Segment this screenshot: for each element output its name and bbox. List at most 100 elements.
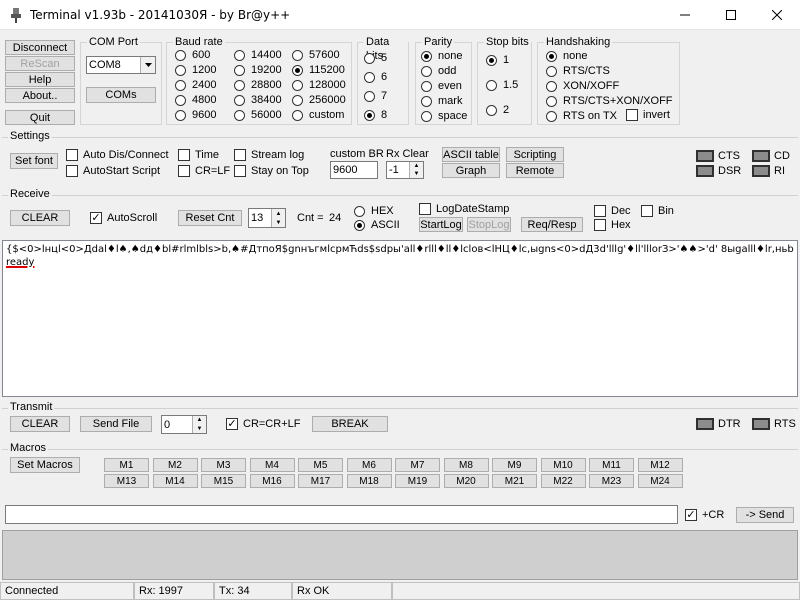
maximize-icon[interactable] bbox=[708, 0, 754, 30]
scripting-button[interactable]: Scripting bbox=[506, 147, 564, 162]
baud-radio-1200[interactable] bbox=[175, 65, 186, 76]
macro-button-m6[interactable]: M6 bbox=[346, 458, 392, 472]
baud-radio-256000[interactable] bbox=[292, 95, 303, 106]
break-button[interactable]: BREAK bbox=[312, 416, 388, 432]
send-button[interactable]: -> Send bbox=[736, 507, 794, 523]
cr-lf-checkbox[interactable] bbox=[178, 165, 190, 177]
transmit-clear-button[interactable]: CLEAR bbox=[10, 416, 70, 432]
parity-radio-space[interactable] bbox=[421, 111, 432, 122]
macro-button-m16[interactable]: M16 bbox=[249, 474, 295, 488]
baud-radio-600[interactable] bbox=[175, 50, 186, 61]
macro-button-m14[interactable]: M14 bbox=[152, 474, 198, 488]
minimize-icon[interactable] bbox=[662, 0, 708, 30]
set-font-button[interactable]: Set font bbox=[10, 153, 58, 169]
macro-button-m2[interactable]: M2 bbox=[152, 458, 198, 472]
stay-on-top-checkbox[interactable] bbox=[234, 165, 246, 177]
disconnect-button[interactable]: Disconnect bbox=[5, 40, 75, 55]
baud-radio-38400[interactable] bbox=[234, 95, 245, 106]
macro-button-m23[interactable]: M23 bbox=[589, 474, 634, 488]
macro-button-m13[interactable]: M13 bbox=[104, 474, 149, 488]
parity-radio-mark[interactable] bbox=[421, 96, 432, 107]
macro-button-m10[interactable]: M10 bbox=[540, 458, 586, 472]
macro-button-m21[interactable]: M21 bbox=[492, 474, 537, 488]
spin-up-icon[interactable]: ▲ bbox=[410, 162, 423, 170]
receive-text-area[interactable]: {$<0>lнцl<0>Дdal♦l♠,♠dд♦bl#rlmlbls>b,♠#Д… bbox=[2, 240, 798, 397]
bin-checkbox[interactable] bbox=[641, 205, 653, 217]
handshake-radio-rts-cts-xon-xoff[interactable] bbox=[546, 96, 557, 107]
macro-button-m7[interactable]: M7 bbox=[395, 458, 440, 472]
macro-button-m19[interactable]: M19 bbox=[395, 474, 440, 488]
parity-radio-even[interactable] bbox=[421, 81, 432, 92]
baud-radio-56000[interactable] bbox=[234, 110, 245, 121]
data-bits-radio-7[interactable] bbox=[364, 91, 375, 102]
stream-log-checkbox[interactable] bbox=[234, 149, 246, 161]
parity-radio-none[interactable] bbox=[421, 51, 432, 62]
macro-button-m4[interactable]: M4 bbox=[249, 458, 295, 472]
parity-radio-odd[interactable] bbox=[421, 66, 432, 77]
macro-button-m11[interactable]: M11 bbox=[589, 458, 634, 472]
log-date-stamp-checkbox[interactable] bbox=[419, 203, 431, 215]
baud-radio-2400[interactable] bbox=[175, 80, 186, 91]
plus-cr-checkbox[interactable]: ✓ bbox=[685, 509, 697, 521]
rescan-button[interactable]: ReScan bbox=[5, 56, 75, 71]
auto-dis-connect-checkbox[interactable] bbox=[66, 149, 78, 161]
data-bits-radio-6[interactable] bbox=[364, 72, 375, 83]
rx-clear-stepper[interactable]: -1 ▲ ▼ bbox=[386, 161, 424, 179]
data-bits-radio-5[interactable] bbox=[364, 53, 375, 64]
stop-bits-radio-1-5[interactable] bbox=[486, 80, 497, 91]
time-checkbox[interactable] bbox=[178, 149, 190, 161]
baud-radio-14400[interactable] bbox=[234, 50, 245, 61]
baud-radio-128000[interactable] bbox=[292, 80, 303, 91]
macro-button-m17[interactable]: M17 bbox=[298, 474, 343, 488]
macro-button-m3[interactable]: M3 bbox=[201, 458, 246, 472]
quit-button[interactable]: Quit bbox=[5, 110, 75, 125]
chevron-down-icon[interactable] bbox=[140, 57, 155, 73]
spin-down-icon[interactable]: ▼ bbox=[410, 170, 423, 178]
transmit-spin[interactable]: ▲ ▼ bbox=[192, 416, 206, 433]
send-file-button[interactable]: Send File bbox=[80, 416, 152, 432]
macro-button-m22[interactable]: M22 bbox=[540, 474, 586, 488]
set-macros-button[interactable]: Set Macros bbox=[10, 457, 80, 473]
req-resp-button[interactable]: Req/Resp bbox=[521, 217, 583, 232]
transmit-stepper[interactable]: 0 ▲ ▼ bbox=[161, 415, 207, 434]
baud-radio-19200[interactable] bbox=[234, 65, 245, 76]
dec-checkbox[interactable] bbox=[594, 205, 606, 217]
custom-br-input[interactable]: 9600 bbox=[330, 161, 378, 179]
transmit-log-area[interactable] bbox=[2, 530, 798, 580]
spin-up-icon[interactable]: ▲ bbox=[193, 416, 206, 425]
autostart-script-checkbox[interactable] bbox=[66, 165, 78, 177]
macro-button-m20[interactable]: M20 bbox=[443, 474, 489, 488]
autoscroll-checkbox[interactable]: ✓ bbox=[90, 212, 102, 224]
coms-button[interactable]: COMs bbox=[86, 87, 156, 103]
macro-button-m1[interactable]: M1 bbox=[104, 458, 149, 472]
ascii-mode-radio[interactable] bbox=[354, 220, 365, 231]
ascii-table-button[interactable]: ASCII table bbox=[442, 147, 500, 162]
macro-button-m5[interactable]: M5 bbox=[298, 458, 343, 472]
cnt-spin[interactable]: ▲ ▼ bbox=[271, 209, 285, 227]
macro-button-m8[interactable]: M8 bbox=[443, 458, 489, 472]
baud-radio-9600[interactable] bbox=[175, 110, 186, 121]
handshake-radio-none[interactable] bbox=[546, 51, 557, 62]
handshake-radio-xon-xoff[interactable] bbox=[546, 81, 557, 92]
handshake-radio-rts-on-tx[interactable] bbox=[546, 111, 557, 122]
cnt-stepper[interactable]: 13 ▲ ▼ bbox=[248, 208, 286, 228]
spin-down-icon[interactable]: ▼ bbox=[272, 218, 285, 227]
remote-button[interactable]: Remote bbox=[506, 163, 564, 178]
about-button[interactable]: About.. bbox=[5, 88, 75, 103]
invert-checkbox[interactable] bbox=[626, 109, 638, 121]
macro-button-m18[interactable]: M18 bbox=[346, 474, 392, 488]
macro-button-m12[interactable]: M12 bbox=[637, 458, 683, 472]
stop-bits-radio-1[interactable] bbox=[486, 55, 497, 66]
start-log-button[interactable]: StartLog bbox=[419, 217, 463, 232]
stop-bits-radio-2[interactable] bbox=[486, 105, 497, 116]
baud-radio-57600[interactable] bbox=[292, 50, 303, 61]
receive-clear-button[interactable]: CLEAR bbox=[10, 210, 70, 226]
title-bar[interactable]: Terminal v1.93b - 20141030Я - by Br@y++ bbox=[0, 0, 800, 30]
spin-down-icon[interactable]: ▼ bbox=[193, 425, 206, 434]
baud-radio-115200[interactable] bbox=[292, 65, 303, 76]
graph-button[interactable]: Graph bbox=[442, 163, 500, 178]
spin-up-icon[interactable]: ▲ bbox=[272, 209, 285, 218]
reset-cnt-button[interactable]: Reset Cnt bbox=[178, 210, 242, 226]
hex-mode-radio[interactable] bbox=[354, 206, 365, 217]
close-icon[interactable] bbox=[754, 0, 800, 30]
